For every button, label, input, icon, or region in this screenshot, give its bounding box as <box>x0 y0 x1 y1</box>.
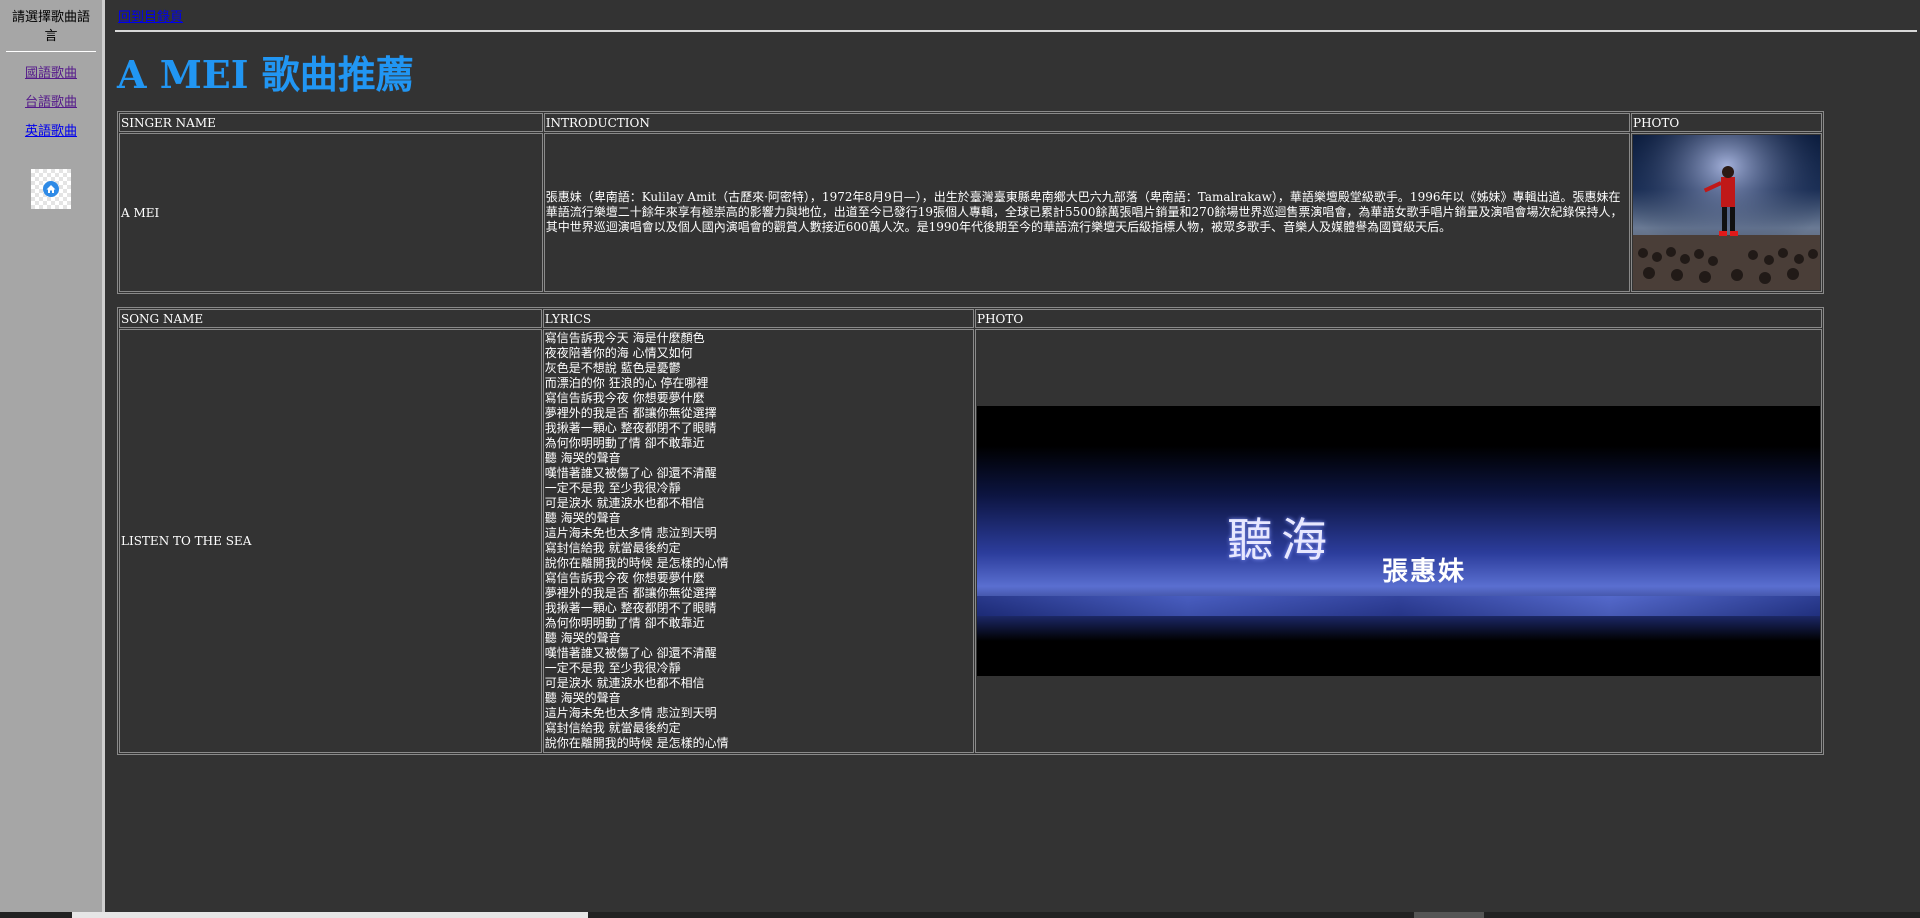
header-photo: PHOTO <box>1631 113 1822 132</box>
lyric-line: 寫信告訴我今夜 你想要夢什麼 <box>544 391 705 405</box>
lyric-line: 而漂泊的你 狂浪的心 停在哪裡 <box>544 376 709 390</box>
header-lyrics: LYRICS <box>542 309 974 328</box>
singer-photo-cell <box>1631 133 1822 292</box>
lyric-line: 灰色是不想說 藍色是憂鬱 <box>544 361 681 375</box>
lyric-line: 寫信告訴我今天 海是什麼顏色 <box>544 331 705 345</box>
lyric-line: 嘆惜著誰又被傷了心 卻還不清醒 <box>544 466 717 480</box>
album-artist: 張惠妹 <box>1382 557 1467 587</box>
sidebar-link-taiwanese[interactable]: 台語歌曲 <box>0 91 102 110</box>
lyric-line: 嘆惜著誰又被傷了心 卻還不清醒 <box>544 646 717 660</box>
home-icon <box>43 181 59 197</box>
header-singer-name: SINGER NAME <box>119 113 543 132</box>
lyrics-cell: 寫信告訴我今天 海是什麼顏色 夜夜陪著你的海 心情又如何 灰色是不想說 藍色是憂鬱而… <box>542 329 974 753</box>
scrollbar-thumb[interactable] <box>72 912 588 918</box>
album-cover-wave <box>977 596 1820 616</box>
lyric-line: 我揪著一顆心 整夜都閉不了眼睛 <box>544 421 717 435</box>
lyric-line: 這片海未免也太多情 悲泣到天明 <box>544 526 717 540</box>
horizontal-scrollbar[interactable] <box>0 912 1920 918</box>
lyric-line: 我揪著一顆心 整夜都閉不了眼睛 <box>544 601 717 615</box>
song-photo-cell: 聽海 張惠妹 <box>975 329 1822 753</box>
main-content: 回到目錄頁 A MEI 歌曲推薦 SINGER NAME INTRODUCTIO… <box>111 0 1917 755</box>
table-row: A MEI 張惠妹（卑南語：Kulilay Amit（古歷來·阿密特），1972… <box>119 133 1822 292</box>
table-header-row: SINGER NAME INTRODUCTION PHOTO <box>119 113 1822 132</box>
singer-photo <box>1633 135 1820 290</box>
singer-table: SINGER NAME INTRODUCTION PHOTO A MEI 張惠妹… <box>117 111 1824 294</box>
singer-name-cell: A MEI <box>119 133 543 292</box>
divider <box>115 30 1917 32</box>
lyric-line: 可是淚水 就連淚水也都不相信 <box>544 676 705 690</box>
sidebar: 請選擇歌曲語言 國語歌曲 台語歌曲 英語歌曲 <box>0 0 105 918</box>
lyric-line: 這片海未免也太多情 悲泣到天明 <box>544 706 717 720</box>
table-row: LISTEN TO THE SEA 寫信告訴我今天 海是什麼顏色 夜夜陪著你的海 … <box>119 329 1822 753</box>
table-header-row: SONG NAME LYRICS PHOTO <box>119 309 1822 328</box>
lyric-line: 聽 海哭的聲音 <box>544 451 621 465</box>
concert-image <box>1633 135 1820 290</box>
lyric-line: 夢裡外的我是否 都讓你無從選擇 <box>544 406 717 420</box>
sidebar-title: 請選擇歌曲語言 <box>6 6 96 52</box>
album-title: 聽海 <box>1227 513 1335 567</box>
sidebar-link-english[interactable]: 英語歌曲 <box>0 120 102 139</box>
header-photo: PHOTO <box>975 309 1822 328</box>
lyric-line: 一定不是我 至少我很冷靜 <box>544 481 681 495</box>
lyric-line: 為何你明明動了情 卻不敢靠近 <box>544 436 705 450</box>
lyric-line: 聽 海哭的聲音 <box>544 511 621 525</box>
introduction-cell: 張惠妹（卑南語：Kulilay Amit（古歷來·阿密特），1972年8月9日—… <box>543 133 1630 292</box>
lyric-line: 一定不是我 至少我很冷靜 <box>544 661 681 675</box>
lyric-line: 說你在離開我的時候 是怎樣的心情 <box>544 736 729 750</box>
song-name-cell: LISTEN TO THE SEA <box>119 329 542 753</box>
lyric-line: 寫封信給我 就當最後約定 <box>544 541 681 555</box>
lyric-line: 為何你明明動了情 卻不敢靠近 <box>544 616 705 630</box>
lyric-line: 說你在離開我的時候 是怎樣的心情 <box>544 556 729 570</box>
back-to-index-link[interactable]: 回到目錄頁 <box>118 6 183 25</box>
lyric-line: 聽 海哭的聲音 <box>544 691 621 705</box>
page-title: A MEI 歌曲推薦 <box>117 52 414 97</box>
lyric-line: 夢裡外的我是否 都讓你無從選擇 <box>544 586 717 600</box>
header-introduction: INTRODUCTION <box>543 113 1630 132</box>
lyric-line: 聽 海哭的聲音 <box>544 631 621 645</box>
scrollbar-marker <box>1414 912 1484 918</box>
home-button[interactable] <box>31 169 71 209</box>
lyric-line: 夜夜陪著你的海 心情又如何 <box>544 346 693 360</box>
album-cover: 聽海 張惠妹 <box>977 406 1820 676</box>
header-song-name: SONG NAME <box>119 309 542 328</box>
lyric-line: 可是淚水 就連淚水也都不相信 <box>544 496 705 510</box>
lyric-line: 寫封信給我 就當最後約定 <box>544 721 681 735</box>
song-table: SONG NAME LYRICS PHOTO LISTEN TO THE SEA… <box>117 307 1824 755</box>
lyric-line: 寫信告訴我今夜 你想要夢什麼 <box>544 571 705 585</box>
sidebar-link-mandarin[interactable]: 國語歌曲 <box>0 62 102 81</box>
